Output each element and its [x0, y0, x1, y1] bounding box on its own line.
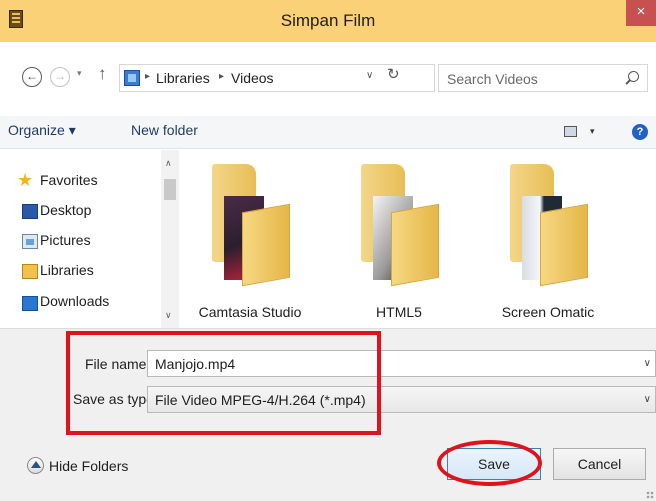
libraries-icon [22, 264, 38, 279]
nav-item-favorites[interactable]: Favorites [40, 172, 98, 188]
window-title: Simpan Film [280, 11, 376, 30]
nav-scrollbar[interactable]: ∧ ∨ [161, 150, 179, 328]
search-input[interactable]: Search Videos [438, 64, 648, 92]
nav-scroll-thumb[interactable] [164, 179, 176, 200]
resize-grip-icon[interactable] [646, 491, 654, 499]
recent-locations-icon[interactable]: ▾ [77, 68, 82, 79]
change-view-icon[interactable] [564, 126, 577, 137]
new-folder-button[interactable]: New folder [131, 122, 198, 138]
nav-item-downloads[interactable]: Downloads [40, 293, 109, 309]
nav-item-pictures[interactable]: Pictures [40, 232, 91, 248]
title-bar: Simpan Film × [0, 0, 656, 42]
pictures-icon [22, 234, 38, 249]
forward-button[interactable]: → [50, 67, 70, 87]
breadcrumb-videos[interactable]: Videos [231, 70, 274, 86]
scroll-down-arrow[interactable]: ∨ [165, 310, 172, 321]
desktop-icon [22, 204, 38, 219]
folder-icon [391, 203, 439, 287]
help-icon[interactable]: ? [632, 124, 648, 140]
up-folder-button[interactable]: ↑ [98, 64, 107, 84]
star-icon: ★ [17, 170, 34, 190]
highlight-rectangle [66, 331, 381, 435]
file-scrollbar[interactable] [648, 150, 656, 328]
back-button[interactable]: ← [22, 67, 42, 87]
search-icon[interactable] [628, 71, 639, 82]
folder-item[interactable]: HTML5 [329, 150, 469, 328]
libraries-icon [124, 70, 140, 86]
folder-icon [540, 203, 588, 287]
chevron-down-icon[interactable]: ∨ [644, 394, 651, 405]
folder-icon [242, 203, 290, 287]
view-options-dropdown[interactable]: ▾ [590, 126, 595, 137]
chevron-down-icon[interactable]: ∨ [644, 358, 651, 369]
nav-item-libraries[interactable]: Libraries [40, 262, 94, 278]
hide-folders-button[interactable]: Hide Folders [49, 458, 128, 474]
command-toolbar: Organize ▾ New folder ▾ ? [0, 116, 656, 149]
collapse-up-icon[interactable] [27, 457, 44, 474]
search-placeholder: Search Videos [447, 71, 538, 87]
scroll-up-arrow[interactable]: ∧ [165, 158, 172, 169]
organize-menu[interactable]: Organize ▾ [8, 122, 76, 139]
breadcrumb-separator[interactable]: ▸ [145, 71, 150, 82]
cancel-button[interactable]: Cancel [553, 448, 646, 480]
address-dropdown-icon[interactable]: ∨ [366, 70, 373, 81]
close-button[interactable]: × [626, 0, 656, 26]
highlight-ellipse [437, 440, 542, 486]
refresh-icon[interactable]: ↻ [387, 65, 400, 83]
navigation-pane: ★ Favorites Desktop Pictures Libraries D… [0, 150, 180, 328]
breadcrumb-separator[interactable]: ▸ [219, 71, 224, 82]
file-list-pane: Camtasia Studio HTML5 Screen Omatic [180, 150, 656, 328]
downloads-icon [22, 296, 38, 311]
folder-label: Camtasia Studio [198, 304, 302, 320]
address-row: ← → ▾ ↑ ▸ Libraries ▸ Videos ∨ ↻ Search … [0, 42, 656, 116]
folder-label: Screen Omatic [501, 304, 595, 320]
nav-item-desktop[interactable]: Desktop [40, 202, 91, 218]
breadcrumb-libraries[interactable]: Libraries [156, 70, 210, 86]
folder-label: HTML5 [376, 304, 422, 320]
dialog-footer: Hide Folders Save Cancel [0, 428, 656, 501]
folder-item[interactable]: Screen Omatic [478, 150, 618, 328]
folder-item[interactable]: Camtasia Studio [180, 150, 320, 328]
